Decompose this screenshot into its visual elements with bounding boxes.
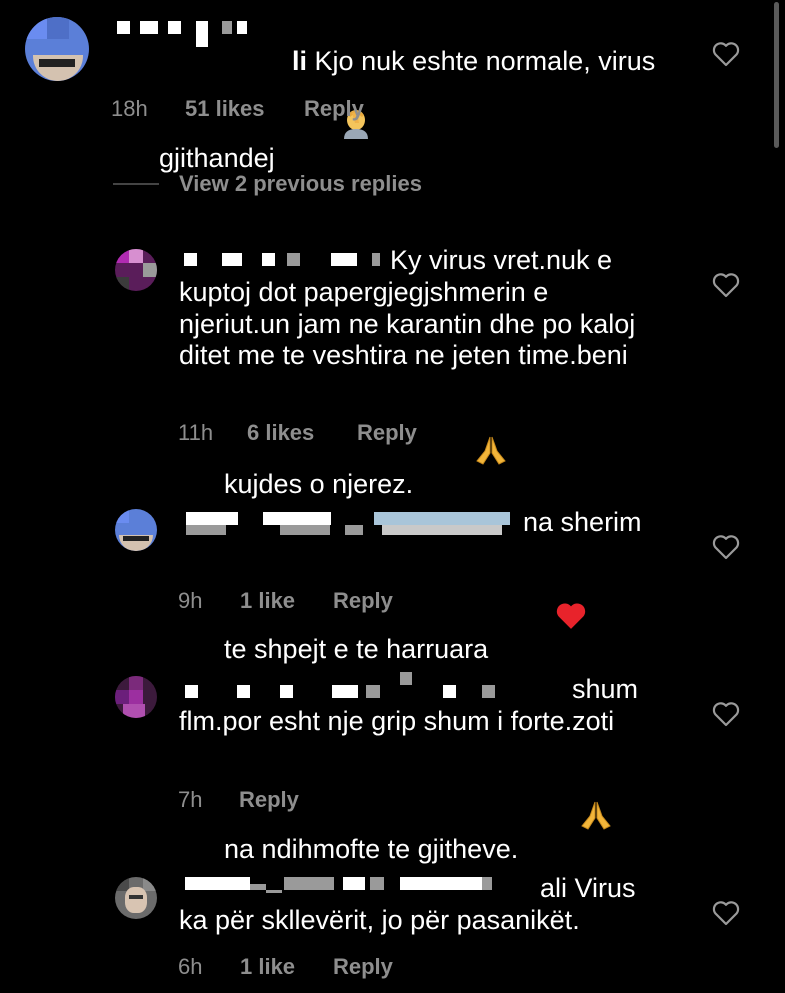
likes-count[interactable]: 1 like xyxy=(240,954,295,980)
heart-icon[interactable] xyxy=(712,272,740,298)
timestamp: 7h xyxy=(178,787,203,812)
scrollbar[interactable] xyxy=(774,2,779,148)
comment-text: shum xyxy=(572,674,639,704)
heart-icon[interactable] xyxy=(712,701,740,727)
comment-text: Ky virus vret.nuk e xyxy=(390,245,613,275)
avatar[interactable] xyxy=(115,249,157,291)
avatar[interactable] xyxy=(115,676,157,718)
view-previous-replies[interactable]: View 2 previous replies xyxy=(179,171,422,197)
timestamp: 6h xyxy=(178,954,203,979)
comment-text-line: ditet me te veshtira ne jeten time.beni xyxy=(179,340,628,370)
comment-text: ali Virus xyxy=(540,873,636,903)
heart-icon[interactable] xyxy=(712,534,740,560)
comment-text: na sherim xyxy=(523,507,642,537)
likes-count[interactable]: 6 likes xyxy=(247,420,314,446)
reply-button[interactable]: Reply xyxy=(357,420,417,446)
reply-button[interactable]: Reply xyxy=(333,954,393,980)
replies-divider xyxy=(113,183,159,185)
timestamp: 18h xyxy=(111,96,148,121)
avatar[interactable] xyxy=(115,509,157,551)
comment-text-line: kuptoj dot papergjegjshmerin e xyxy=(179,277,549,307)
facepalm-emoji xyxy=(282,78,370,179)
comment-text-line: njeriut.un jam ne karantin dhe po kaloj xyxy=(179,309,636,339)
likes-count[interactable]: 1 like xyxy=(240,588,295,614)
comment-text-line: te shpejt e te harruara xyxy=(179,539,586,701)
avatar[interactable] xyxy=(115,877,157,919)
pray-emoji xyxy=(518,769,614,870)
timestamp: 11h xyxy=(178,420,214,445)
red-heart-emoji xyxy=(496,571,586,670)
timestamp: 9h xyxy=(178,588,203,613)
avatar[interactable] xyxy=(25,17,89,81)
heart-icon[interactable] xyxy=(712,900,740,926)
reply-button[interactable]: Reply xyxy=(304,96,364,122)
pray-emoji xyxy=(413,404,509,505)
reply-button[interactable]: Reply xyxy=(333,588,393,614)
reply-button[interactable]: Reply xyxy=(239,787,299,813)
heart-icon[interactable] xyxy=(712,41,740,67)
comment-text-line: kujdes o njerez. xyxy=(179,372,509,536)
comment-text-line: flm.por esht nje grip shum i forte.zoti xyxy=(179,706,615,736)
likes-count[interactable]: 51 likes xyxy=(185,96,265,122)
comment-text-line: ka për skllevërit, jo për pasanikët. xyxy=(179,905,580,935)
